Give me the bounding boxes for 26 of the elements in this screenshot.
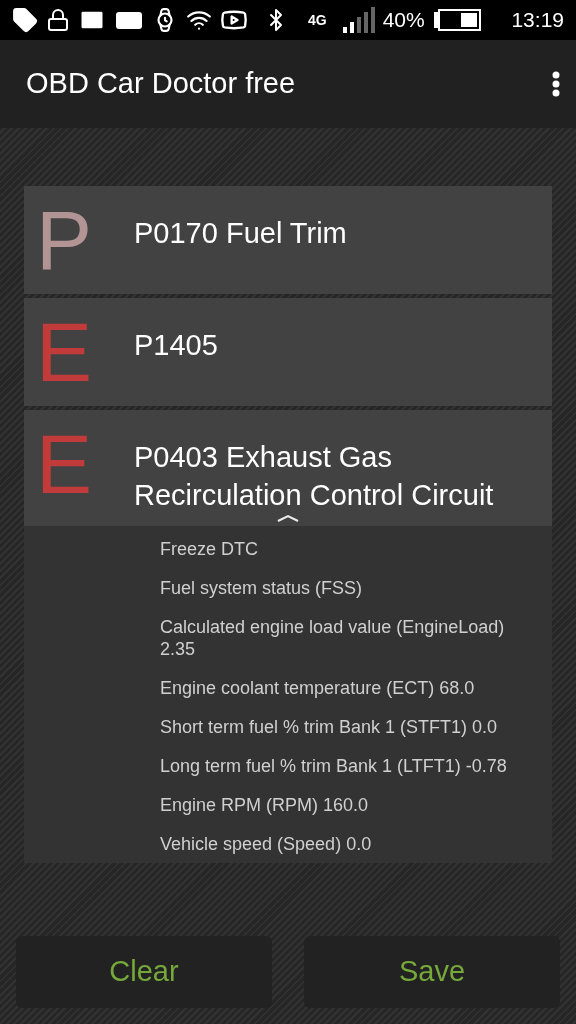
more-options-icon[interactable] bbox=[552, 71, 560, 97]
clear-button[interactable]: Clear bbox=[16, 936, 272, 1008]
code-type-letter: E bbox=[36, 422, 94, 506]
app-title: OBD Car Doctor free bbox=[26, 66, 297, 102]
code-type-letter: E bbox=[36, 310, 94, 394]
clock: 13:19 bbox=[511, 7, 564, 34]
freeze-frame-line: Freeze DTC bbox=[160, 538, 259, 560]
tag-icon bbox=[12, 7, 38, 33]
freeze-frame-line: Engine coolant temperature (ECT) 68.0 bbox=[160, 677, 476, 699]
collapse-caret-icon[interactable] bbox=[277, 514, 299, 522]
freeze-frame-line: Calculated engine load value (EngineLoad) 2.35 bbox=[160, 616, 506, 660]
freeze-frame-line: Fuel system status (FSS) bbox=[160, 577, 364, 599]
code-type-letter: P bbox=[36, 198, 94, 282]
trouble-code-title[interactable]: P0403 Exhaust Gas Recirculation Control Circuit bbox=[134, 438, 540, 514]
battery-icon bbox=[432, 9, 481, 31]
network-type: 4G bbox=[308, 10, 327, 30]
battery-percent: 40% bbox=[382, 7, 425, 34]
trouble-code-title[interactable]: P1405 bbox=[134, 326, 540, 364]
freeze-frame-line: Long term fuel % trim Bank 1 (LTFT1) -0.78 bbox=[160, 755, 508, 777]
trouble-code-title[interactable]: P0170 Fuel Trim bbox=[134, 214, 540, 252]
freeze-frame-line: Engine RPM (RPM) 160.0 bbox=[160, 794, 370, 816]
signal-icon bbox=[342, 7, 375, 33]
save-button[interactable]: Save bbox=[304, 936, 560, 1008]
lock-icon bbox=[46, 8, 70, 32]
freeze-frame-line: Vehicle speed (Speed) 0.0 bbox=[160, 833, 373, 855]
freeze-frame-line: Short term fuel % trim Bank 1 (STFT1) 0.0 bbox=[160, 716, 499, 738]
